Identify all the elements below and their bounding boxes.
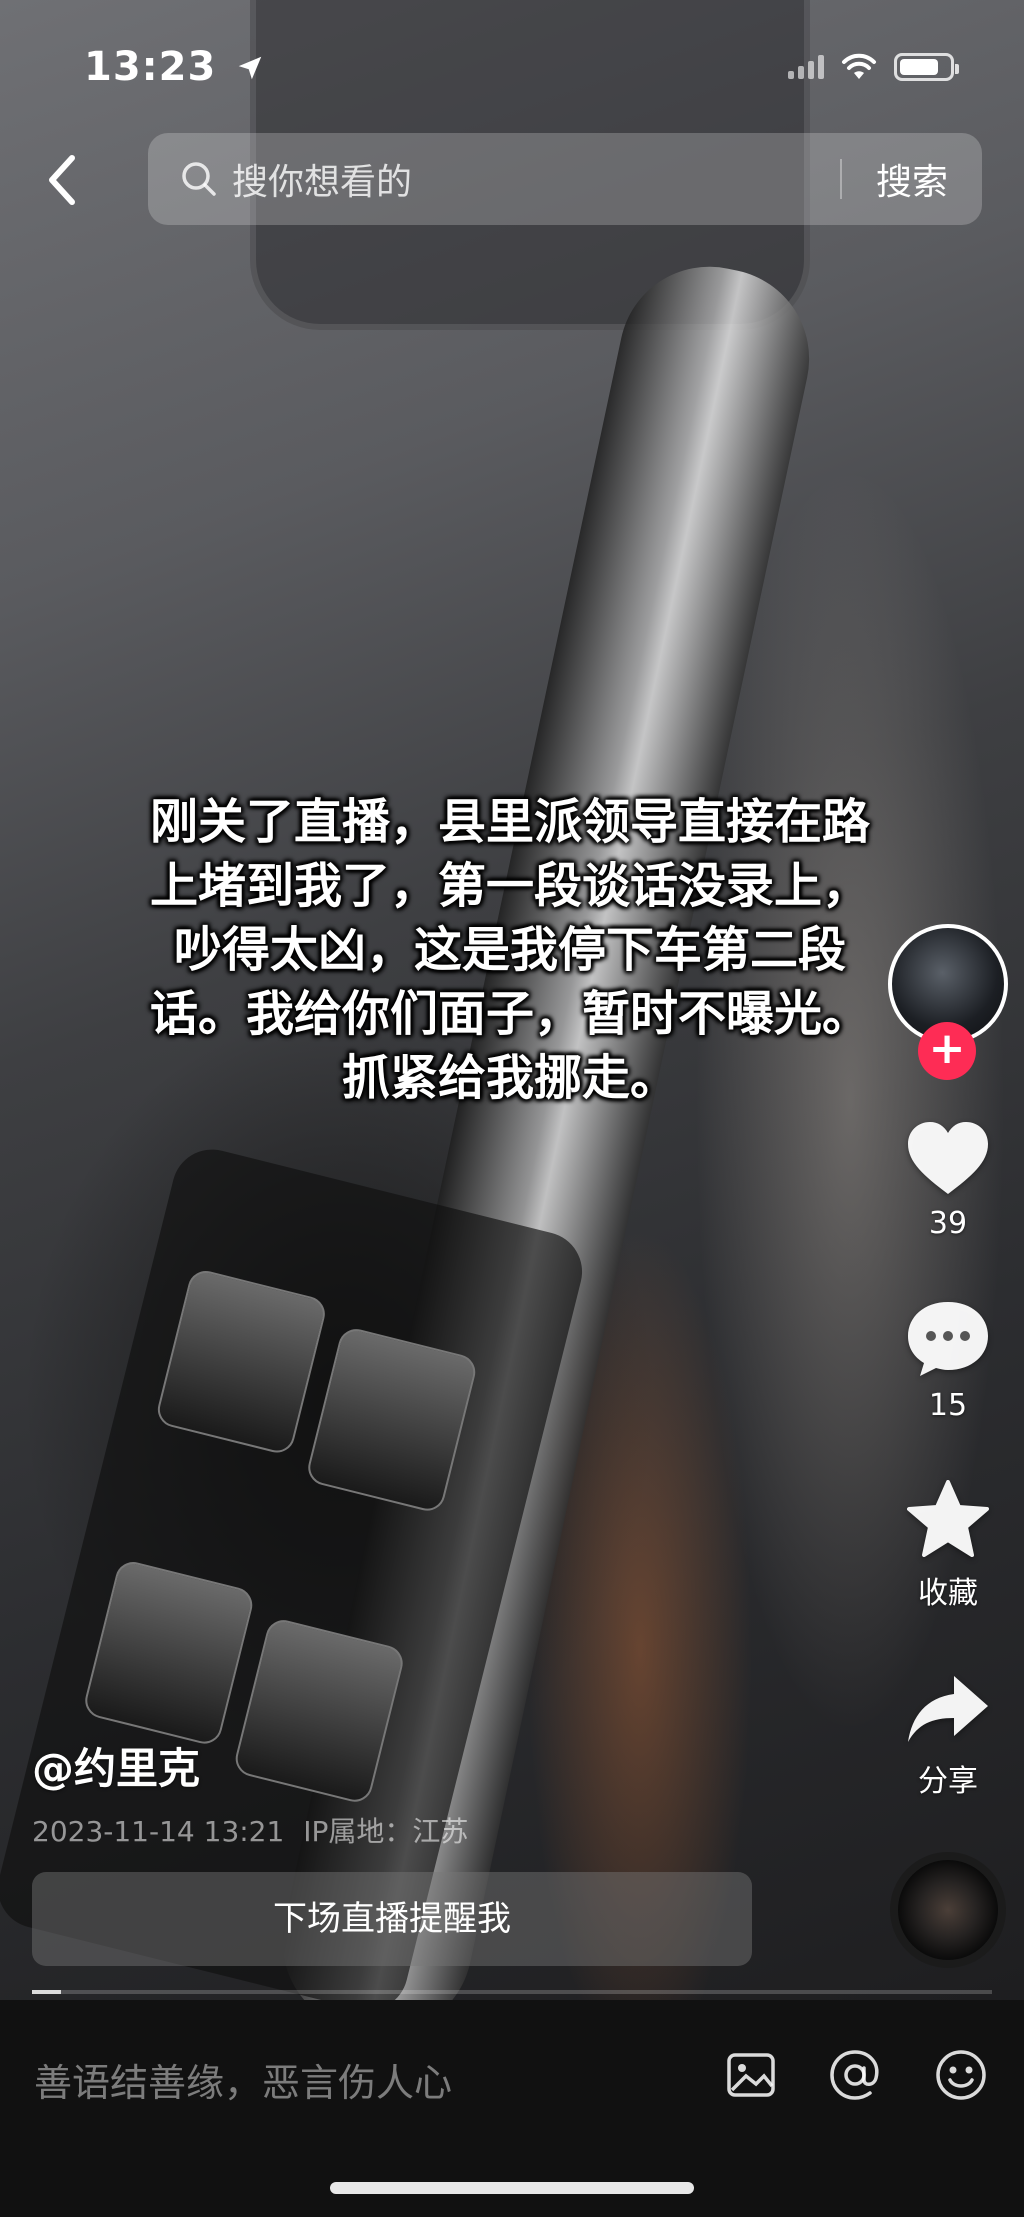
status-icons xyxy=(788,50,959,84)
wifi-icon xyxy=(842,53,876,79)
author-name[interactable]: @约里克 xyxy=(32,1735,200,1796)
video-caption: 刚关了直播，县里派领导直接在路 上堵到我了，第一段谈话没录上， 吵得太凶，这是我… xyxy=(60,790,960,1110)
search-bar[interactable]: 搜你想看的 搜索 xyxy=(148,133,982,225)
caption-line: 上堵到我了，第一段谈话没录上， xyxy=(149,858,870,914)
share-label: 分享 xyxy=(918,1764,978,1799)
author-avatar-group[interactable]: + xyxy=(888,924,1008,1080)
video-progress-fill xyxy=(32,1990,61,1994)
location-arrow-icon xyxy=(239,56,262,80)
like-button[interactable]: 39 xyxy=(888,1118,1008,1241)
favorite-label: 收藏 xyxy=(918,1576,978,1611)
at-icon[interactable] xyxy=(828,2048,882,2102)
battery-icon xyxy=(894,53,959,81)
share-icon xyxy=(908,1676,988,1742)
search-icon xyxy=(182,162,216,196)
comment-input[interactable]: 善语结善缘，恶言伤人心 xyxy=(34,2052,452,2107)
status-time: 13:23 xyxy=(84,44,265,90)
caption-line: 抓紧给我挪走。 xyxy=(341,1050,678,1106)
favorite-button[interactable]: 收藏 xyxy=(888,1478,1008,1612)
star-icon xyxy=(907,1480,989,1557)
post-meta: 2023-11-14 13:21 IP属地：江苏 xyxy=(32,1810,468,1850)
share-button[interactable]: 分享 xyxy=(888,1672,1008,1800)
status-bar: 13:23 xyxy=(0,0,1024,130)
live-remind-button[interactable]: 下场直播提醒我 xyxy=(32,1872,752,1966)
plus-icon: + xyxy=(928,1023,966,1074)
caption-line: 刚关了直播，县里派领导直接在路 xyxy=(149,794,870,850)
like-count: 39 xyxy=(928,1206,968,1241)
back-button[interactable] xyxy=(36,148,86,212)
caption-line: 吵得太凶，这是我停下车第二段 xyxy=(173,922,846,978)
comment-button[interactable]: 15 xyxy=(888,1298,1008,1423)
search-button[interactable]: 搜索 xyxy=(842,153,982,205)
search-input[interactable]: 搜你想看的 xyxy=(232,153,840,205)
video-progress-bar[interactable] xyxy=(32,1990,992,1994)
post-ip-location: IP属地：江苏 xyxy=(303,1815,469,1848)
home-indicator[interactable] xyxy=(330,2182,694,2194)
image-icon[interactable] xyxy=(724,2048,778,2102)
post-timestamp: 2023-11-14 13:21 xyxy=(32,1815,285,1848)
signal-icon xyxy=(788,55,824,79)
music-disc[interactable] xyxy=(890,1852,1006,1968)
heart-icon xyxy=(908,1122,988,1194)
comment-icon xyxy=(908,1302,988,1376)
caption-line: 话。我给你们面子，暂时不曝光。 xyxy=(149,986,870,1042)
follow-button[interactable]: + xyxy=(918,1022,976,1080)
back-icon xyxy=(49,155,75,205)
emoji-icon[interactable] xyxy=(934,2048,988,2102)
comment-count: 15 xyxy=(928,1388,968,1423)
